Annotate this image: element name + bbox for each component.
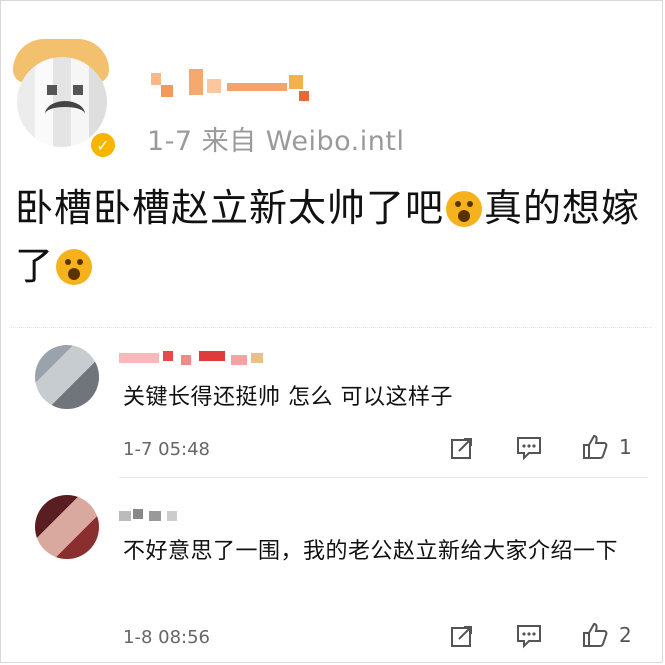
share-icon [451,438,472,459]
verified-badge-icon: ✓ [89,131,117,159]
like-button[interactable]: 1 [581,433,632,461]
astonished-emoji-icon [56,249,93,285]
post-content-line2: 了 [15,244,55,288]
post-content-line1b: 真的想嫁 [484,186,641,230]
comment-avatar[interactable] [35,345,99,409]
like-count: 2 [619,623,632,647]
comment-button[interactable] [515,623,543,649]
post-header: ✓ 1-7 来自 Weibo.intl [11,31,652,161]
comment-icon [517,625,541,649]
comment-text: 关键长得还挺帅 怎么 可以这样子 [123,385,453,410]
post-content-line1: 卧槽卧槽赵立新太帅了吧 [15,186,445,230]
comment-text: 不好意思了一围，我的老公赵立新给大家介绍一下 [123,539,619,564]
comment-author-pixelated[interactable] [119,347,279,371]
comment-time: 1-8 08:56 [123,627,210,648]
share-button[interactable] [449,623,475,649]
comment-separator [119,477,648,478]
author-avatar[interactable]: ✓ [11,35,117,159]
post-meta: 1-7 来自 Weibo.intl [147,126,405,157]
comment-icon [517,437,541,461]
screenshot-frame: ✓ 1-7 来自 Weibo.intl 卧槽卧槽赵立新太帅了吧 真的想嫁 了 关键… [0,0,663,663]
astonished-emoji-icon [446,191,483,227]
author-name-pixelated[interactable] [149,65,329,105]
thumbs-up-icon [583,622,608,647]
like-button[interactable]: 2 [581,621,632,649]
thumbs-up-icon [583,434,608,459]
like-count: 1 [619,435,632,459]
comment-button[interactable] [515,435,543,461]
post-content: 卧槽卧槽赵立新太帅了吧 真的想嫁 了 [15,179,655,295]
divider [11,327,652,328]
comment-author-pixelated[interactable] [119,505,279,529]
share-button[interactable] [449,435,475,461]
share-icon [451,626,472,647]
comment-avatar[interactable] [35,495,99,559]
comment-time: 1-7 05:48 [123,439,210,460]
